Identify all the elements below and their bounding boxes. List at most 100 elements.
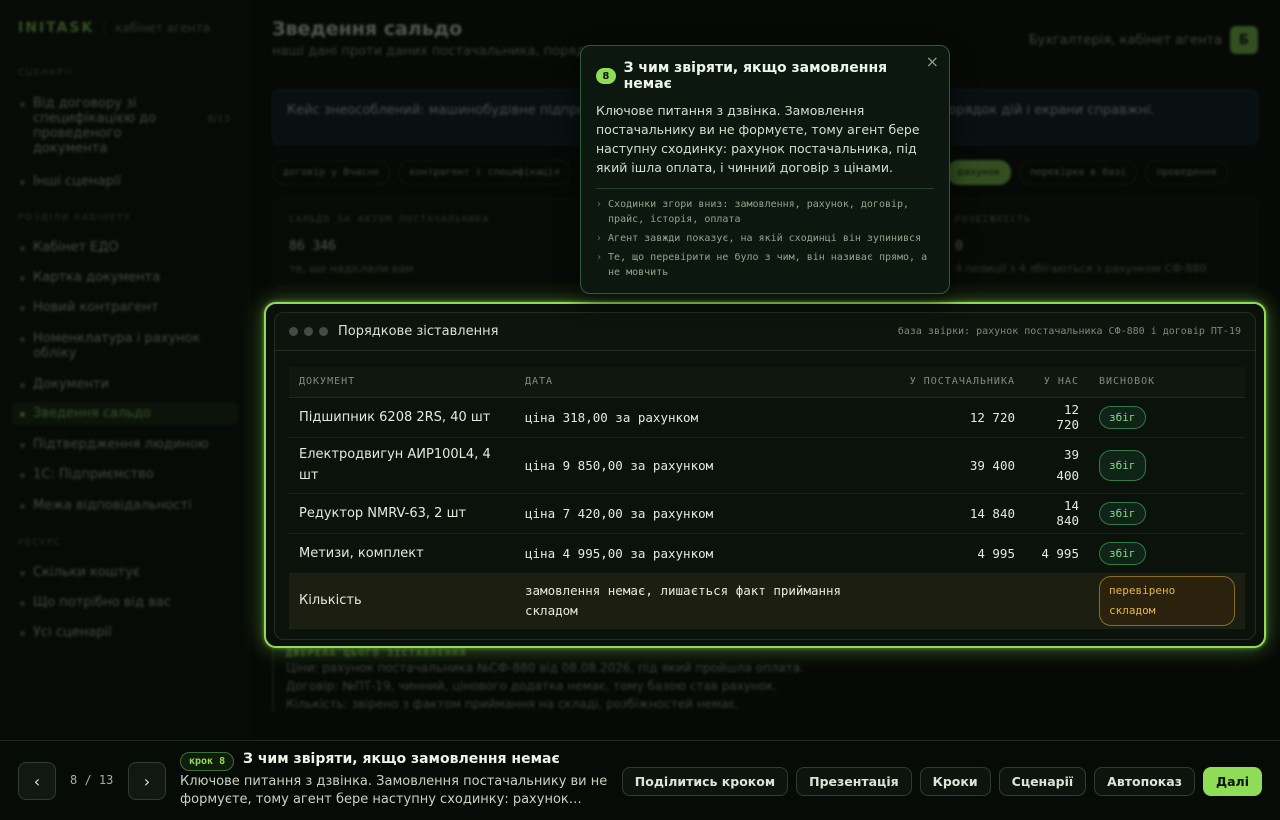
bullet-icon [20,601,25,606]
table-row[interactable]: Редуктор NMRV-63, 2 шт ціна 7 420,00 за … [289,493,1245,534]
bullet-icon [20,306,25,311]
bullet-icon [20,571,25,576]
status-badge: збіг [1099,449,1146,481]
cell-ours: 12 720 [1025,397,1089,438]
bullet-icon [20,337,25,342]
sidebar-item-cost[interactable]: Скільки коштує [12,561,238,584]
tooltip-header: 8 З чим звіряти, якщо замовлення немає [596,60,934,92]
sidebar-item-new-counterparty[interactable]: Новий контрагент [12,296,238,319]
bullet-icon [20,383,25,388]
sidebar-item-scenario[interactable]: Від договору зі специфікацією до проведе… [12,92,238,160]
bullet-icon [20,180,25,185]
sidebar-item-human-confirmation[interactable]: Підтвердження людиною [12,433,238,456]
step-number-badge: 8 [596,68,616,84]
bullet-icon [20,102,25,107]
sidebar-item-other-scenarios[interactable]: Інші сценарії [12,170,238,193]
brand: INITASK кабінет агента [18,20,210,36]
table-row[interactable]: Електродвигун АИР100L4, 4 шт ціна 9 850,… [289,437,1245,494]
cell-date: ціна 4 995,00 за рахунком [515,533,875,574]
cell-supplier: 12 720 [875,397,1025,438]
brand-logo: INITASK [18,20,95,36]
sidebar-section-label: СЦЕНАРІЇ [18,68,73,78]
sidebar-item-all-scenarios[interactable]: Усі сценарії [12,621,238,644]
cell-ours: 4 995 [1025,533,1089,574]
highlight-frame: Порядкове зіставлення база звірки: рахун… [264,302,1266,648]
tooltip-title: З чим звіряти, якщо замовлення немає [623,60,888,92]
window-dot-icon [289,327,298,336]
scenarios-button[interactable]: Сценарії [998,767,1087,796]
cell-ours: 14 840 [1025,493,1089,534]
bullet-icon [20,473,25,478]
column-header: ДАТА [515,367,875,398]
sidebar-item-requirements[interactable]: Що потрібно від вас [12,591,238,614]
next-button[interactable]: Далі [1202,767,1262,796]
sources-heading: ДЖЕРЕЛА ЦЬОГО ЗІСТАВЛЕННЯ [286,648,467,659]
cell-date: замовлення немає, лишається факт прийман… [515,573,875,629]
share-step-button[interactable]: Поділитись кроком [621,767,789,796]
chevron-right-icon: › [596,233,603,244]
step-counter: 8 / 13 [70,773,114,787]
autoplay-button[interactable]: Автопоказ [1094,767,1195,796]
sidebar-item-edo[interactable]: Кабінет ЕДО [12,236,238,259]
table-row[interactable]: Підшипник 6208 2RS, 40 шт ціна 318,00 за… [289,397,1245,438]
chip-db-check[interactable]: перевірка в базі [1019,160,1138,185]
cell-date: ціна 7 420,00 за рахунком [515,493,875,534]
bullet-icon [20,443,25,448]
cell-supplier [875,573,1025,629]
reconciliation-panel: Порядкове зіставлення база звірки: рахун… [274,312,1256,640]
status-badge: перевірено складом [1099,575,1235,626]
cell-date: ціна 9 850,00 за рахунком [515,437,875,494]
sources-line: Ціни: рахунок постачальника №СФ-880 від … [286,661,805,675]
cell-document: Електродвигун АИР100L4, 4 шт [289,437,515,494]
step-tooltip: × 8 З чим звіряти, якщо замовлення немає… [580,45,950,294]
sidebar-item-nomenclature[interactable]: Номенклатура і рахунок обліку [12,327,238,365]
sources-block: ДЖЕРЕЛА ЦЬОГО ЗІСТАВЛЕННЯ Ціни: рахунок … [272,648,1258,713]
cell-supplier: 4 995 [875,533,1025,574]
sidebar-item-document-card[interactable]: Картка документа [12,266,238,289]
step-description: Ключове питання з дзвінка. Замовлення по… [180,774,608,807]
cell-supplier: 14 840 [875,493,1025,534]
presentation-button[interactable]: Презентація [796,767,912,796]
table-row[interactable]: Метизи, комплект ціна 4 995,00 за рахунк… [289,533,1245,574]
chevron-right-icon: › [596,199,603,210]
sidebar-section-label: РОЗДІЛИ КАБІНЕТУ [18,213,132,223]
column-header: У НАС [1025,367,1089,398]
step-title: З чим звіряти, якщо замовлення немає [243,751,560,767]
sidebar: INITASK кабінет агента СЦЕНАРІЇ Від дого… [0,0,250,740]
step-badge: крок 8 [180,752,235,771]
sources-line: Кількість: звірено з фактом приймання на… [286,697,739,711]
tooltip-body: Ключове питання з дзвінка. Замовлення по… [596,103,920,175]
chip-posting[interactable]: проведення [1145,160,1228,185]
next-step-button[interactable]: › [128,762,166,800]
window-dot-icon [304,327,313,336]
column-header: ВИСНОВОК [1089,367,1245,398]
account-area[interactable]: Бухгалтерія, кабінет агента Б [1029,26,1258,54]
bullet-icon [20,276,25,281]
cell-document: Метизи, комплект [289,533,515,574]
chip-counterparty[interactable]: контрагент і специфікація [398,160,571,185]
close-icon[interactable]: × [926,52,939,71]
table-row-highlighted[interactable]: Кількість замовлення немає, лишається фа… [289,573,1245,629]
chip-contract[interactable]: договір у Вчасно [272,160,391,185]
sources-line: Договір: №ПТ-19, чинний, цінового додатк… [286,679,778,693]
sidebar-section-label: РЕСУРС [18,538,62,548]
chevron-left-icon: ‹ [33,771,41,791]
account-label: Бухгалтерія, кабінет агента [1028,32,1222,48]
tour-bar: ‹ 8 / 13 › крок 8 З чим звіряти, якщо за… [0,740,1280,820]
cell-date: ціна 318,00 за рахунком [515,397,875,438]
bullet-icon [20,504,25,509]
sidebar-item-responsibility[interactable]: Межа відповідальності [12,494,238,517]
status-badge: збіг [1099,405,1146,429]
sidebar-item-1c[interactable]: 1С: Підприємство [12,463,238,486]
cell-document: Підшипник 6208 2RS, 40 шт [289,397,515,438]
sidebar-item-documents[interactable]: Документи [12,373,238,396]
tooltip-bullets: › Сходинки згори вниз: замовлення, рахуно… [596,197,934,280]
sidebar-item-balance[interactable]: Зведення сальдо [12,402,238,425]
steps-button[interactable]: Кроки [919,767,991,796]
chip-invoice[interactable]: рахунок [946,160,1011,185]
prev-step-button[interactable]: ‹ [18,762,56,800]
avatar[interactable]: Б [1230,26,1258,54]
scenario-count: 8/13 [207,114,230,125]
list-item: › Сходинки згори вниз: замовлення, рахуно… [596,199,910,225]
table-header-row: ДОКУМЕНТ ДАТА У ПОСТАЧАЛЬНИКА У НАС ВИСН… [289,367,1245,398]
